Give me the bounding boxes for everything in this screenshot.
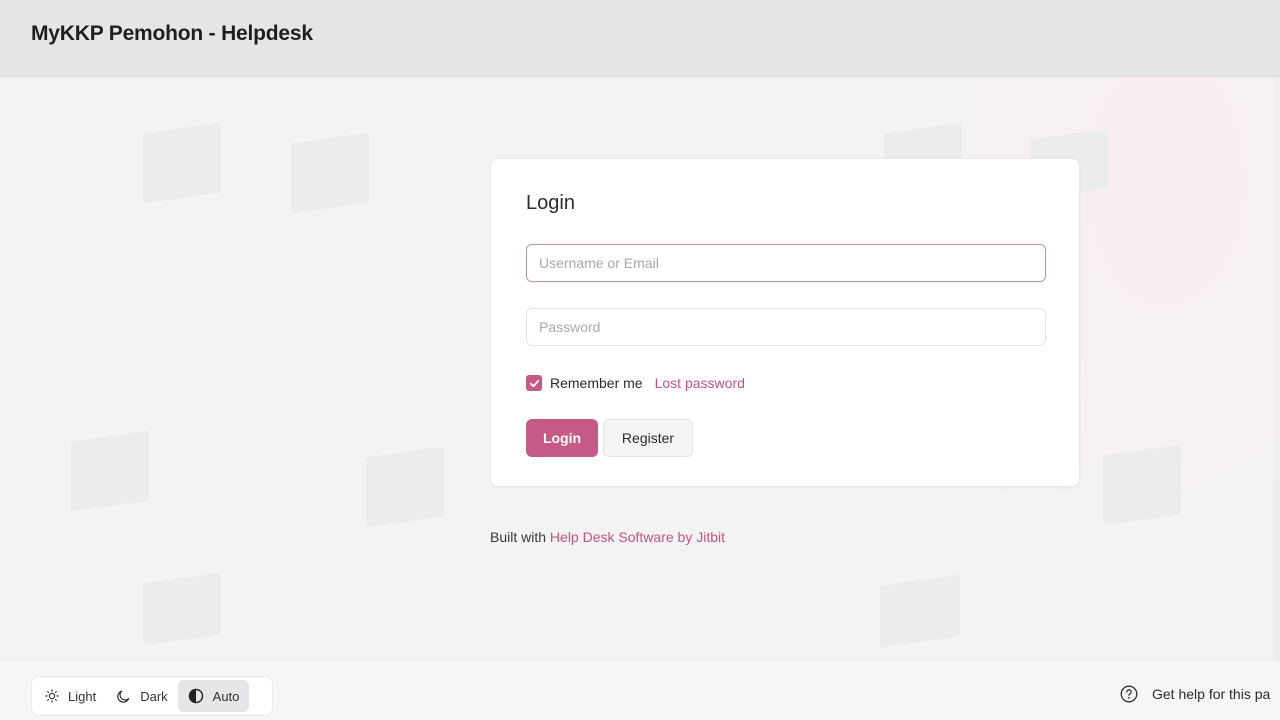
theme-auto-label: Auto: [212, 688, 240, 704]
background-shape: [71, 430, 149, 512]
background-shape: [366, 446, 444, 528]
username-input[interactable]: [526, 244, 1046, 282]
background-shape: [291, 132, 369, 214]
half-circle-icon: [188, 688, 203, 704]
login-button[interactable]: Login: [526, 419, 598, 457]
page-footer: Light Dark Auto Get help for this pa: [0, 660, 1280, 720]
remember-me-label[interactable]: Remember me: [550, 375, 643, 391]
sun-icon: [45, 689, 59, 703]
jitbit-link[interactable]: Help Desk Software by Jitbit: [550, 529, 725, 545]
page-header: MyKKP Pemohon - Helpdesk: [0, 0, 1280, 77]
password-input[interactable]: [526, 308, 1046, 346]
lost-password-link[interactable]: Lost password: [655, 375, 745, 391]
theme-dark-label: Dark: [140, 688, 168, 704]
theme-auto-option[interactable]: Auto: [177, 680, 250, 712]
moon-icon: [117, 690, 130, 703]
background-shape: [143, 122, 221, 204]
theme-dark-option[interactable]: Dark: [106, 680, 177, 712]
background-shape: [880, 574, 960, 648]
built-with-prefix: Built with: [490, 529, 550, 545]
check-icon: [529, 379, 539, 387]
background-shape: [1103, 444, 1181, 526]
theme-light-option[interactable]: Light: [35, 680, 106, 712]
remember-row: Remember me Lost password: [526, 373, 745, 393]
login-card: Login Remember me Lost password Login Re…: [490, 158, 1080, 487]
theme-light-label: Light: [68, 688, 97, 704]
background-shape: [143, 572, 221, 646]
question-circle-icon: [1120, 685, 1138, 703]
register-button[interactable]: Register: [603, 419, 693, 457]
remember-me-checkbox[interactable]: [526, 375, 542, 391]
page-title: MyKKP Pemohon - Helpdesk: [31, 22, 313, 45]
theme-switcher: Light Dark Auto: [31, 676, 273, 716]
get-help-label: Get help for this pa: [1152, 686, 1271, 702]
built-with-text: Built with Help Desk Software by Jitbit: [490, 529, 725, 545]
login-heading: Login: [526, 192, 575, 214]
get-help-link[interactable]: Get help for this pa: [1120, 685, 1270, 703]
